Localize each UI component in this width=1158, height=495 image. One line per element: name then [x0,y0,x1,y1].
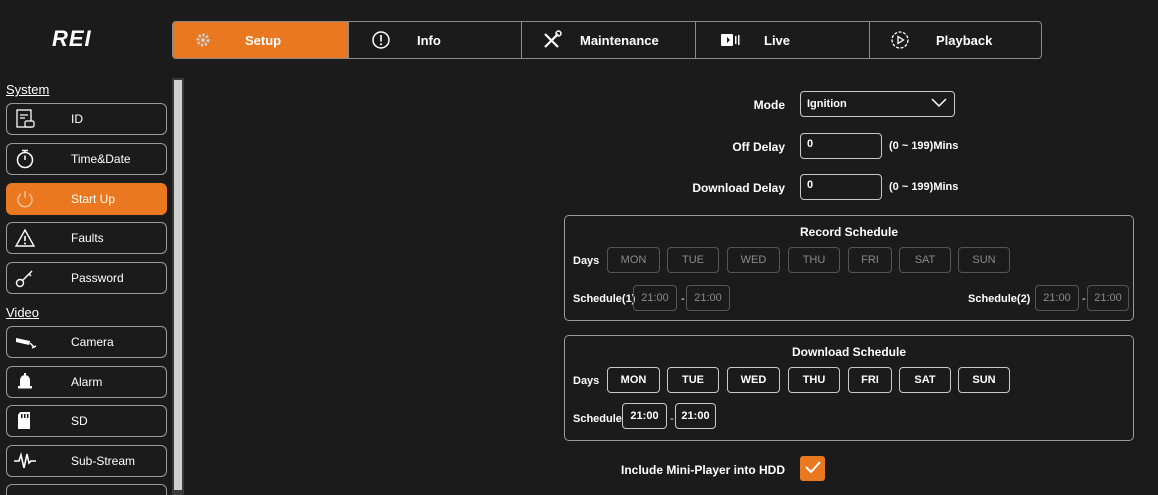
mode-select-value: Ignition [807,98,847,110]
download-schedule-end[interactable]: 21:00 [675,403,716,429]
download-day-sat[interactable]: SAT [899,367,951,393]
sidebar-item-faults[interactable]: Faults [6,222,167,254]
gear-icon [191,28,215,52]
alarm-bell-icon [11,370,39,394]
record-schedule1-start[interactable]: 21:00 [633,285,677,311]
waveform-icon [11,449,39,473]
mode-select[interactable]: Ignition [800,91,955,117]
off-delay-label: Off Delay [732,140,785,154]
chevron-down-icon [930,97,948,112]
info-icon [369,28,393,52]
tab-info[interactable]: Info [349,22,522,58]
tab-live[interactable]: Live [696,22,870,58]
mode-label: Mode [753,98,785,112]
download-schedule-title: Download Schedule [791,345,906,359]
sidebar-item-camera[interactable]: Camera [6,326,167,358]
section-title-system: System [6,82,50,97]
download-day-mon[interactable]: MON [607,367,660,393]
power-icon [11,187,39,211]
tab-live-label: Live [764,32,791,48]
download-day-sun[interactable]: SUN [958,367,1010,393]
record-schedule-title: Record Schedule [799,225,899,239]
checkmark-icon [804,460,822,477]
sidebar-item-start-up[interactable]: Start Up [6,183,167,215]
record-day-sat[interactable]: SAT [899,247,951,273]
download-day-wed[interactable]: WED [727,367,780,393]
sidebar-item-more[interactable] [6,484,167,495]
warning-icon [11,226,39,250]
record-day-fri[interactable]: FRI [848,247,892,273]
off-delay-input[interactable]: 0 [800,133,882,159]
record-schedule-panel: Record Schedule Days MON TUE WED THU FRI… [564,215,1134,321]
sidebar-scrollbar-thumb[interactable] [174,80,182,490]
record-day-tue[interactable]: TUE [667,247,719,273]
sidebar-item-password[interactable]: Password [6,262,167,294]
mini-player-checkbox[interactable] [800,456,825,481]
security-camera-icon [11,330,39,354]
section-title-video: Video [6,305,40,320]
tab-info-label: Info [417,32,441,48]
download-schedule-label: Schedule [573,413,622,425]
record-day-mon[interactable]: MON [607,247,660,273]
record-day-wed[interactable]: WED [727,247,780,273]
sidebar-item-id[interactable]: ID [6,103,167,135]
download-day-fri[interactable]: FRI [848,367,892,393]
more-icon [11,488,39,495]
id-card-icon [11,107,39,131]
sidebar-item-sub-stream[interactable]: Sub-Stream [6,445,167,477]
sidebar-item-time-date[interactable]: Time&Date [6,143,167,175]
record-day-sun[interactable]: SUN [958,247,1010,273]
tab-playback-label: Playback [936,32,993,48]
sidebar-item-label: Password [71,271,124,285]
download-delay-label: Download Delay [692,181,785,195]
sidebar-item-label: Sub-Stream [71,454,136,468]
tab-maintenance[interactable]: Maintenance [522,22,696,58]
sd-card-icon [11,409,39,433]
download-delay-hint: (0 ~ 199)Mins [889,181,959,193]
record-days-label: Days [573,255,600,267]
download-days-label: Days [573,375,600,387]
record-schedule1-label: Schedule(1) [573,293,636,305]
key-icon [11,266,39,290]
main-nav: Setup Info Maintenance Live Playback [172,21,1042,59]
tab-playback[interactable]: Playback [870,22,1041,58]
off-delay-hint: (0 ~ 199)Mins [889,140,959,152]
sidebar-item-label: Start Up [71,192,116,206]
download-day-tue[interactable]: TUE [667,367,719,393]
download-schedule-separator: - [670,413,674,425]
tab-maintenance-label: Maintenance [580,32,659,48]
record-schedule1-separator: - [681,293,685,305]
video-camera-icon [718,28,742,52]
download-schedule-panel: Download Schedule Days MON TUE WED THU F… [564,335,1134,441]
download-schedule-start[interactable]: 21:00 [622,403,667,429]
record-schedule2-label: Schedule(2) [968,293,1031,305]
sidebar-item-label: SD [71,414,88,428]
sidebar-item-alarm[interactable]: Alarm [6,366,167,398]
sidebar-item-label: Time&Date [71,152,131,166]
download-delay-input[interactable]: 0 [800,174,882,200]
sidebar-item-label: Camera [71,335,114,349]
logo: REI [52,26,92,51]
mini-player-label: Include Mini-Player into HDD [620,463,785,477]
record-schedule2-end[interactable]: 21:00 [1087,285,1129,311]
play-circle-icon [888,28,912,52]
sidebar-item-label: ID [71,112,83,126]
record-schedule2-separator: - [1082,293,1086,305]
sidebar-item-label: Alarm [71,375,103,389]
sidebar-item-sd[interactable]: SD [6,405,167,437]
record-schedule1-end[interactable]: 21:00 [686,285,730,311]
stopwatch-icon [11,147,39,171]
record-schedule2-start[interactable]: 21:00 [1035,285,1079,311]
record-day-thu[interactable]: THU [788,247,840,273]
tab-setup[interactable]: Setup [173,22,349,58]
sidebar: System ID Time&Date Start Up Faults Pass… [0,78,176,495]
tab-setup-label: Setup [245,32,282,48]
tools-icon [540,28,564,52]
download-day-thu[interactable]: THU [788,367,840,393]
sidebar-item-label: Faults [71,231,104,245]
